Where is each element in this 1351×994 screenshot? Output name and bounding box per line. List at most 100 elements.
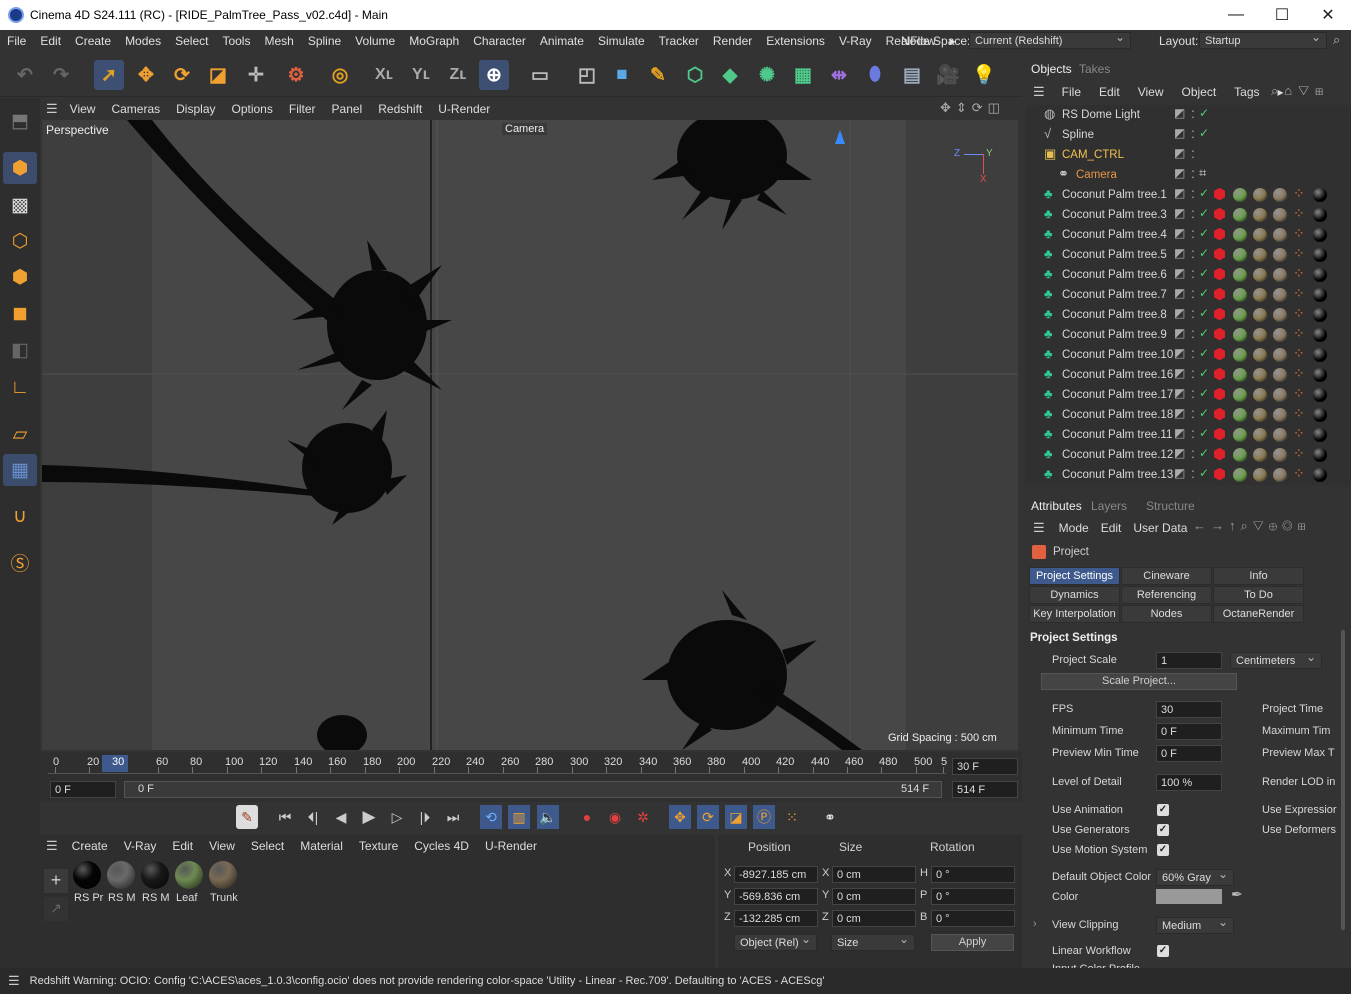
check-icon[interactable]: ✓ — [1199, 446, 1209, 460]
black-material-tag-icon[interactable] — [1313, 208, 1327, 222]
transform-tool-icon[interactable]: ✛ — [241, 60, 271, 90]
extrude-icon[interactable]: ◆ — [715, 60, 745, 90]
menu-item[interactable]: Spline — [301, 34, 348, 48]
live-select-icon[interactable]: ◎ — [325, 60, 355, 90]
visibility-dots-icon[interactable]: : — [1191, 405, 1195, 421]
material-tag-icon[interactable] — [1273, 288, 1287, 302]
light-icon[interactable]: 💡 — [969, 60, 999, 90]
material-swatch[interactable]: Leaf — [174, 861, 206, 911]
object-row[interactable]: ♣ Coconut Palm tree.11 ◩: ✓ ⬢ ⁘ — [1025, 425, 1343, 445]
object-row[interactable]: ♣ Coconut Palm tree.8 ◩: ✓ ⬢ ⁘ — [1025, 305, 1343, 325]
goto-end-icon[interactable]: ⏭ — [442, 805, 464, 829]
object-row[interactable]: ♣ Coconut Palm tree.1 ◩: ✓ ⬢ ⁘ — [1025, 185, 1343, 205]
scale-tool-icon[interactable]: ◪ — [203, 60, 233, 90]
material-tag-icon[interactable] — [1253, 188, 1267, 202]
material-tag-icon[interactable] — [1253, 248, 1267, 262]
field-icon[interactable]: ⬮ — [860, 60, 890, 90]
start-frame-field[interactable]: 0 F — [50, 781, 116, 798]
dots-tag-icon[interactable]: ⁘ — [1293, 305, 1305, 322]
redshift-tag-icon[interactable]: ⬢ — [1213, 465, 1226, 483]
material-tag-icon[interactable] — [1233, 448, 1247, 462]
material-menu-item[interactable]: Select — [243, 839, 292, 853]
prev-frame-icon[interactable]: ◀ — [330, 805, 352, 829]
attribute-subtab[interactable]: Cineware — [1121, 567, 1212, 585]
locked-workplane-icon[interactable]: ▦ — [3, 454, 37, 486]
loop-icon[interactable]: ⟲ — [480, 805, 502, 829]
make-editable-icon[interactable]: ⬒ — [3, 105, 37, 137]
material-swatch[interactable]: RS M — [140, 861, 172, 911]
menu-item[interactable]: Modes — [118, 34, 168, 48]
keyframe-icon[interactable]: ✎ — [236, 805, 258, 829]
menu-item[interactable]: Extensions — [759, 34, 832, 48]
preview-min-input[interactable]: 0 F — [1156, 745, 1222, 762]
visibility-dots-icon[interactable]: : — [1191, 285, 1195, 301]
tab-objects[interactable]: Objects — [1031, 62, 1072, 76]
viewport-nav-icons[interactable]: ✥⇕⟳◫ — [940, 100, 1005, 116]
project-scale-unit[interactable]: Centimeters — [1230, 650, 1322, 669]
axis-mode-icon[interactable]: ∟ — [3, 372, 37, 404]
check-icon[interactable]: ✓ — [1199, 306, 1209, 320]
size-field[interactable]: 0 cm — [832, 888, 916, 905]
viewport-menu-item[interactable]: U-Render — [430, 102, 498, 116]
undo-icon[interactable]: ↶ — [10, 60, 40, 90]
goto-start-icon[interactable]: ⏮ — [274, 805, 296, 829]
layer-icon[interactable]: ◩ — [1174, 446, 1185, 460]
mograph-icon[interactable]: ▦ — [788, 60, 818, 90]
material-tag-icon[interactable] — [1273, 348, 1287, 362]
attributes-menu-item[interactable]: Mode — [1053, 521, 1095, 535]
position-field[interactable]: -132.285 cm — [734, 910, 818, 927]
material-tag-icon[interactable] — [1273, 388, 1287, 402]
material-tag-icon[interactable] — [1253, 448, 1267, 462]
object-row[interactable]: ♣ Coconut Palm tree.4 ◩: ✓ ⬢ ⁘ — [1025, 225, 1343, 245]
visibility-dots-icon[interactable]: : — [1191, 205, 1195, 221]
check-icon[interactable]: ✓ — [1199, 286, 1209, 300]
attribute-subtab[interactable]: Info — [1213, 567, 1304, 585]
menu-item[interactable]: MoGraph — [402, 34, 466, 48]
redshift-tag-icon[interactable]: ⬢ — [1213, 185, 1226, 203]
material-tag-icon[interactable] — [1233, 428, 1247, 442]
position-field[interactable]: -8927.185 cm — [734, 866, 818, 883]
edges-mode-icon[interactable]: ⬢ — [3, 261, 37, 293]
visibility-dots-icon[interactable]: : — [1191, 345, 1195, 361]
black-material-tag-icon[interactable] — [1313, 308, 1327, 322]
material-tag-icon[interactable] — [1233, 388, 1247, 402]
object-row[interactable]: ♣ Coconut Palm tree.6 ◩: ✓ ⬢ ⁘ — [1025, 265, 1343, 285]
menu-item[interactable]: Render — [706, 34, 759, 48]
min-time-input[interactable]: 0 F — [1156, 723, 1222, 740]
menu-item[interactable]: Edit — [33, 34, 68, 48]
layer-icon[interactable]: ◩ — [1174, 386, 1185, 400]
visibility-dots-icon[interactable]: : — [1191, 325, 1195, 341]
move-tool-icon[interactable]: ✥ — [131, 60, 161, 90]
range-slider[interactable] — [124, 781, 942, 798]
visibility-dots-icon[interactable]: : — [1191, 125, 1195, 141]
material-tag-icon[interactable] — [1273, 308, 1287, 322]
black-material-tag-icon[interactable] — [1313, 288, 1327, 302]
viewport-menu-item[interactable]: View — [62, 102, 104, 116]
end-frame-field[interactable]: 30 F — [952, 758, 1018, 775]
x-axis-icon[interactable]: Xʟ — [369, 60, 399, 90]
redshift-tag-icon[interactable]: ⬢ — [1213, 325, 1226, 343]
check-icon[interactable]: ✓ — [1199, 326, 1209, 340]
view-clipping-chevron-icon[interactable]: › — [1033, 918, 1037, 930]
black-material-tag-icon[interactable] — [1313, 268, 1327, 282]
redshift-tag-icon[interactable]: ⬢ — [1213, 385, 1226, 403]
material-menu-item[interactable]: Cycles 4D — [406, 839, 477, 853]
layer-icon[interactable]: ◩ — [1174, 206, 1185, 220]
lod-input[interactable]: 100 % — [1156, 774, 1222, 791]
key-points-icon[interactable]: ⁙ — [781, 805, 803, 829]
layer-icon[interactable]: ◩ — [1174, 326, 1185, 340]
layout-select[interactable]: Startup — [1199, 30, 1327, 49]
play-icon[interactable]: ▶ — [358, 805, 380, 829]
check-icon[interactable]: ✓ — [1199, 426, 1209, 440]
material-tag-icon[interactable] — [1233, 368, 1247, 382]
material-tag-icon[interactable] — [1253, 268, 1267, 282]
menu-item[interactable]: Simulate — [591, 34, 652, 48]
visibility-dots-icon[interactable]: : — [1191, 425, 1195, 441]
floor-icon[interactable]: ▤ — [897, 60, 927, 90]
object-row[interactable]: ♣ Coconut Palm tree.13 ◩: ✓ ⬢ ⁘ — [1025, 465, 1343, 485]
polygons-mode-icon[interactable]: ◼ — [3, 297, 37, 329]
uv-mode-icon[interactable]: ◧ — [3, 334, 37, 366]
viewport-menu-item[interactable]: Redshift — [370, 102, 430, 116]
object-row[interactable]: ♣ Coconut Palm tree.7 ◩: ✓ ⬢ ⁘ — [1025, 285, 1343, 305]
visibility-dots-icon[interactable]: : — [1191, 305, 1195, 321]
